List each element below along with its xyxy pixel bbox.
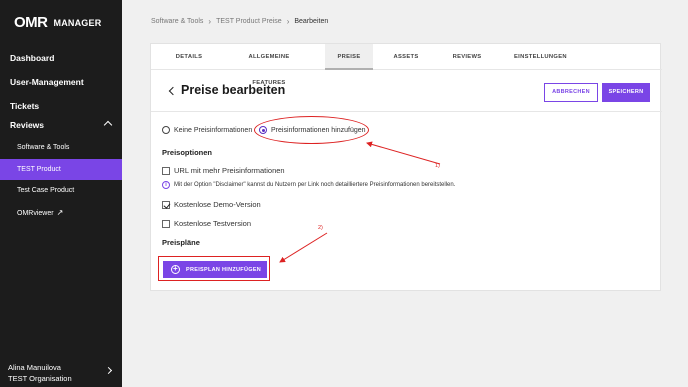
annotation-arrow-2: [279, 232, 328, 263]
annotation-arrow-1: [366, 141, 441, 165]
annotation-label-1: 1): [435, 163, 440, 169]
annotation-arrows: [279, 141, 441, 263]
annotation-label-2: 2): [318, 225, 323, 231]
